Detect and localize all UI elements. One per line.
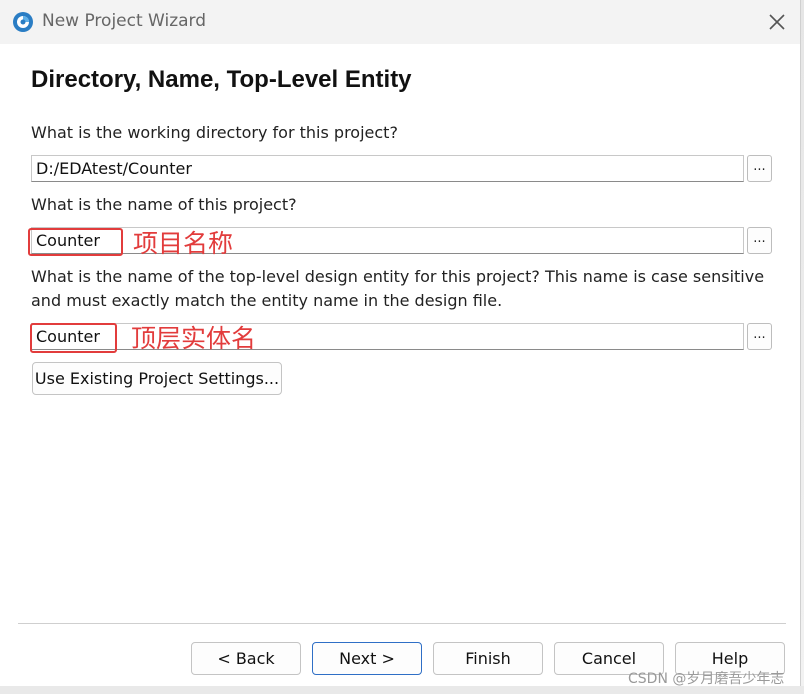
page-title: Directory, Name, Top-Level Entity [31, 66, 412, 93]
app-icon [13, 12, 33, 32]
finish-button[interactable]: Finish [433, 642, 543, 675]
footer-separator [18, 623, 786, 624]
project-name-highlight [28, 228, 123, 256]
project-name-label: What is the name of this project? [31, 195, 297, 214]
top-entity-label-line1: What is the name of the top-level design… [31, 267, 765, 286]
window-title: New Project Wizard [42, 11, 207, 31]
project-name-annotation: 项目名称 [133, 229, 234, 258]
title-bar: New Project Wizard [0, 0, 800, 44]
project-name-browse-button[interactable]: ... [747, 227, 772, 254]
directory-label: What is the working directory for this p… [31, 123, 398, 142]
top-entity-annotation: 顶层实体名 [131, 324, 257, 353]
top-entity-browse-button[interactable]: ... [747, 323, 772, 350]
close-icon[interactable] [766, 11, 788, 33]
wizard-window: New Project Wizard Directory, Name, Top-… [0, 0, 801, 694]
back-button[interactable]: < Back [191, 642, 301, 675]
top-entity-label-line2: and must exactly match the entity name i… [31, 291, 503, 310]
watermark: CSDN @岁月磨吾少年志 [628, 671, 785, 687]
directory-input[interactable]: D:/EDAtest/Counter [31, 155, 744, 182]
directory-browse-button[interactable]: ... [747, 155, 772, 182]
use-existing-settings-button[interactable]: Use Existing Project Settings... [32, 362, 282, 395]
next-button[interactable]: Next > [312, 642, 422, 675]
top-entity-highlight [30, 323, 117, 353]
